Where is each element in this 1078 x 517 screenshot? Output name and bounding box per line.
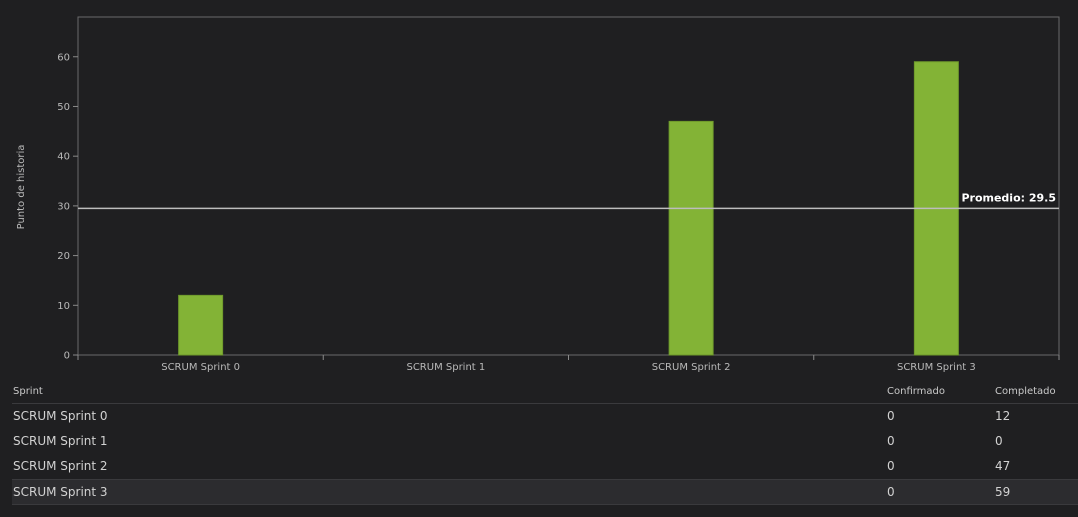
table-row[interactable]: SCRUM Sprint 2 0 47 bbox=[12, 454, 1078, 479]
velocity-report: 0 10 20 30 40 50 60 SCRUM Sprint 0 SCRUM Sprint… bbox=[0, 0, 1078, 517]
x-tick-label: SCRUM Sprint 0 bbox=[161, 362, 240, 373]
header-completed[interactable]: Completado bbox=[995, 381, 1056, 403]
x-tick-label: SCRUM Sprint 2 bbox=[652, 362, 731, 373]
bar[interactable] bbox=[668, 120, 714, 356]
table-header: Sprint Confirmado Completado bbox=[12, 381, 1078, 404]
plot-frame bbox=[77, 16, 1060, 356]
y-tick-label: 50 bbox=[57, 102, 70, 113]
sprint-table: Sprint Confirmado Completado SCRUM Sprin… bbox=[12, 381, 1078, 505]
y-tick-label: 10 bbox=[57, 301, 70, 312]
cell-sprint: SCRUM Sprint 0 bbox=[13, 409, 108, 423]
cell-confirmed: 0 bbox=[887, 459, 895, 473]
bar[interactable] bbox=[178, 294, 224, 356]
y-tick-label: 60 bbox=[57, 52, 70, 63]
x-axis: SCRUM Sprint 0 SCRUM Sprint 1 SCRUM Sprint… bbox=[77, 355, 1060, 373]
average-line-group: Promedio: 29.5 bbox=[78, 190, 1059, 210]
y-tick-label: 0 bbox=[64, 351, 70, 362]
x-tick-label: SCRUM Sprint 1 bbox=[406, 362, 485, 373]
header-confirmed[interactable]: Confirmado bbox=[887, 381, 945, 403]
x-tick-label: SCRUM Sprint 3 bbox=[897, 362, 976, 373]
cell-confirmed: 0 bbox=[887, 485, 895, 499]
cell-completed: 12 bbox=[995, 409, 1011, 423]
cell-completed: 0 bbox=[995, 434, 1003, 448]
header-sprint[interactable]: Sprint bbox=[13, 381, 43, 403]
y-tick-label: 40 bbox=[57, 152, 70, 163]
cell-confirmed: 0 bbox=[887, 434, 895, 448]
cell-sprint: SCRUM Sprint 1 bbox=[13, 434, 108, 448]
table-row[interactable]: SCRUM Sprint 1 0 0 bbox=[12, 429, 1078, 454]
cell-completed: 47 bbox=[995, 459, 1011, 473]
cell-completed: 59 bbox=[995, 485, 1011, 499]
y-axis: 0 10 20 30 40 50 60 bbox=[57, 52, 78, 362]
table-row[interactable]: SCRUM Sprint 0 0 12 bbox=[12, 404, 1078, 429]
cell-confirmed: 0 bbox=[887, 409, 895, 423]
y-axis-title: Punto de historia bbox=[16, 145, 27, 230]
table-row-selected[interactable]: SCRUM Sprint 3 0 59 bbox=[12, 479, 1078, 505]
velocity-chart: 0102030405060 SCRUM Sprint 0 SCRUM Sprint… bbox=[16, 16, 1060, 373]
average-label: Promedio: 29.5 bbox=[961, 191, 1056, 204]
y-tick-label: 20 bbox=[57, 251, 70, 262]
cell-sprint: SCRUM Sprint 2 bbox=[13, 459, 108, 473]
y-tick-label: 30 bbox=[57, 201, 70, 212]
cell-sprint: SCRUM Sprint 3 bbox=[13, 485, 108, 499]
